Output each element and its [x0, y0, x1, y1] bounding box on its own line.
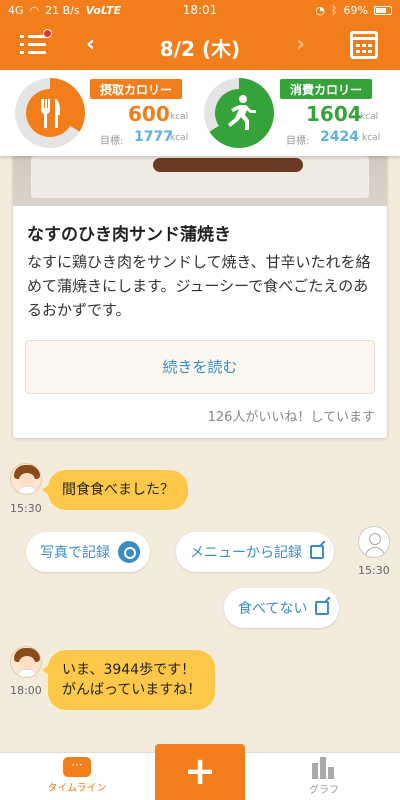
user-avatar-head: [369, 533, 381, 545]
calendar-icon-cell: [368, 50, 372, 53]
fork-knife-icon: [41, 99, 60, 128]
camera-icon: [118, 541, 140, 563]
like-count: 126人がいいね！しています: [207, 410, 375, 425]
avatar-body: [17, 486, 37, 494]
not-eaten-label: 食べてない: [238, 601, 308, 617]
calendar-icon-cell: [356, 50, 360, 53]
calendar-icon: [356, 44, 360, 47]
graph-icon-bar: [312, 763, 318, 779]
message-time: 15:30: [10, 502, 42, 515]
calendar-button[interactable]: [350, 31, 378, 59]
steps-line: いま、3944歩です！: [62, 662, 196, 678]
running-man-icon: [228, 95, 256, 130]
recipe-description: なすに鶏ひき肉をサンドして焼き、甘辛いたれを絡めて蒲焼きにします。ジューシーで食…: [27, 253, 371, 319]
burned-goal-label: 目標:: [286, 136, 310, 147]
intake-value: 600: [128, 102, 170, 126]
advisor-avatar: [10, 463, 42, 495]
not-eaten-button[interactable]: 食べてない: [224, 588, 340, 628]
recipe-card[interactable]: なすのひき肉サンド蒲焼き なすに鶏ひき肉をサンドして焼き、甘辛いたれを絡めて蒲焼…: [13, 140, 387, 438]
burned-label: 消費カロリー: [280, 79, 373, 99]
edit-icon: [310, 545, 324, 559]
message-time: 18:00: [10, 684, 42, 697]
advisor-message: 間食食べました？: [42, 470, 188, 510]
record-by-photo-label: 写真で記録: [40, 545, 110, 561]
encourage-line: がんばっていますね！: [62, 682, 202, 698]
intake-goal-label: 目標:: [100, 136, 124, 147]
intake-goal-value: 1777: [134, 129, 173, 145]
user-avatar-body: [365, 547, 385, 557]
graph-icon-bar: [320, 757, 326, 779]
read-more-button[interactable]: 続きを読む: [25, 340, 375, 394]
avatar-face: [19, 473, 35, 487]
intake-progress-ring: [15, 78, 85, 148]
recipe-title: なすのひき肉サンド蒲焼き: [27, 225, 231, 245]
tab-graph[interactable]: グラフ: [284, 757, 364, 796]
battery-icon: [374, 5, 392, 15]
calendar-icon-cell: [368, 44, 372, 47]
calendar-icon-cell: [362, 50, 366, 53]
avatar-face: [19, 656, 35, 670]
record-by-photo-button[interactable]: 写真で記録: [26, 532, 150, 572]
burned-ring-center: [215, 89, 263, 137]
burned-value: 1604: [306, 102, 362, 126]
tab-timeline-label: タイムライン: [47, 783, 107, 794]
avatar-body: [17, 669, 37, 677]
record-from-menu-button[interactable]: メニューから記録: [176, 532, 334, 572]
user-avatar: [358, 526, 390, 558]
next-day-button[interactable]: ›: [296, 32, 305, 57]
burned-unit: kcal: [360, 112, 379, 122]
add-record-button[interactable]: +: [155, 744, 245, 800]
current-date: 8/2 (木): [159, 37, 241, 61]
app-header: ‹ 8/2 (木) ›: [0, 20, 400, 70]
edit-icon: [315, 601, 330, 615]
photo-food: [153, 158, 303, 172]
intake-label: 摂取カロリー: [90, 79, 183, 99]
intake-goal-unit: kcal: [170, 133, 189, 143]
calorie-summary[interactable]: 摂取カロリー 600 kcal 目標: 1777 kcal 消費カロリー 160…: [0, 70, 400, 156]
status-bar: 4G ◠ 21 B/s VoLTE 18:01 ◔ ᛒ 69%: [0, 0, 400, 20]
chat-bubble-icon: [63, 757, 91, 777]
intake-ring-center: [26, 89, 74, 137]
burned-progress-ring: [204, 78, 274, 148]
tab-timeline[interactable]: タイムライン: [37, 757, 117, 794]
reply-time: 15:30: [358, 564, 390, 577]
bar-chart-icon: [310, 757, 338, 779]
advisor-message-steps: いま、3944歩です！ がんばっていますね！: [41, 650, 216, 710]
burned-goal-unit: kcal: [362, 133, 381, 143]
calendar-icon-cell: [362, 44, 366, 47]
record-from-menu-label: メニューから記録: [190, 545, 302, 561]
advisor-avatar: [10, 646, 42, 678]
tab-graph-label: グラフ: [309, 785, 339, 796]
burned-goal-value: 2424: [320, 129, 359, 145]
clock: 18:01: [182, 3, 218, 17]
graph-icon-bar: [328, 767, 334, 779]
intake-unit: kcal: [170, 112, 189, 122]
